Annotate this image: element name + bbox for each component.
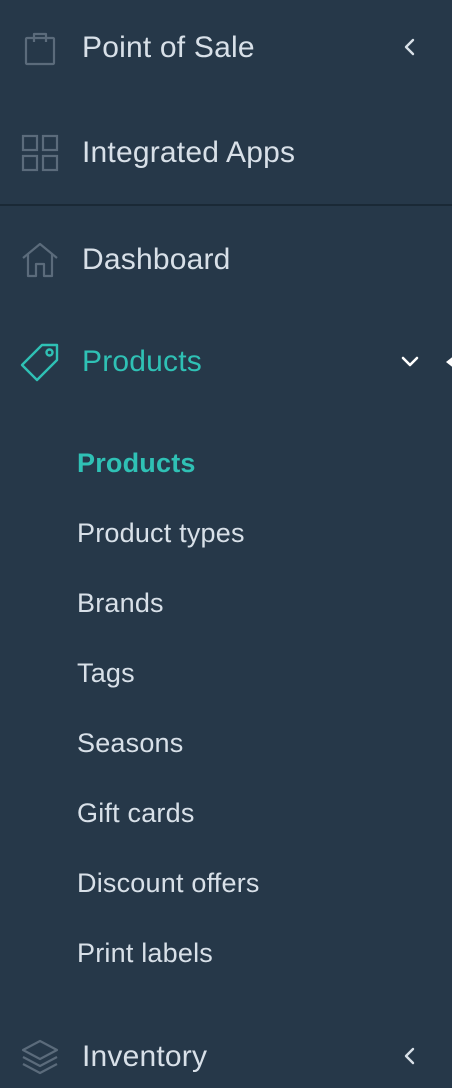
nav-label-dashboard: Dashboard — [82, 243, 231, 276]
chevron-left-icon[interactable] — [398, 35, 422, 59]
chevron-down-icon[interactable] — [398, 350, 422, 374]
submenu-item-seasons[interactable]: Seasons — [77, 726, 183, 760]
nav-label-inventory: Inventory — [82, 1040, 208, 1073]
nav-label-point-of-sale: Point of Sale — [82, 31, 255, 64]
nav-label-integrated-apps: Integrated Apps — [82, 136, 296, 169]
grid-apps-icon — [20, 133, 60, 173]
active-indicator — [446, 351, 452, 373]
submenu-item-print-labels[interactable]: Print labels — [77, 936, 213, 970]
layers-icon — [20, 1037, 60, 1077]
sidebar-nav: Point of Sale Integrated Apps Dashboard … — [0, 0, 452, 1088]
tag-icon — [20, 342, 60, 382]
submenu-item-brands[interactable]: Brands — [77, 586, 164, 620]
home-icon — [20, 240, 60, 280]
submenu-item-product-types[interactable]: Product types — [77, 516, 245, 550]
submenu-item-gift-cards[interactable]: Gift cards — [77, 796, 195, 830]
submenu-item-discount-offers[interactable]: Discount offers — [77, 866, 260, 900]
nav-item-inventory[interactable]: Inventory — [0, 1026, 452, 1086]
nav-item-products[interactable]: Products — [0, 331, 452, 391]
nav-item-point-of-sale[interactable]: Point of Sale — [0, 17, 452, 77]
nav-item-integrated-apps[interactable]: Integrated Apps — [0, 122, 452, 182]
nav-item-dashboard[interactable]: Dashboard — [0, 229, 452, 289]
nav-label-products: Products — [82, 345, 202, 378]
submenu-item-tags[interactable]: Tags — [77, 656, 135, 690]
shopping-bag-icon — [20, 28, 60, 68]
chevron-left-icon[interactable] — [398, 1044, 422, 1068]
nav-divider — [0, 204, 452, 206]
submenu-item-products[interactable]: Products — [77, 446, 196, 480]
